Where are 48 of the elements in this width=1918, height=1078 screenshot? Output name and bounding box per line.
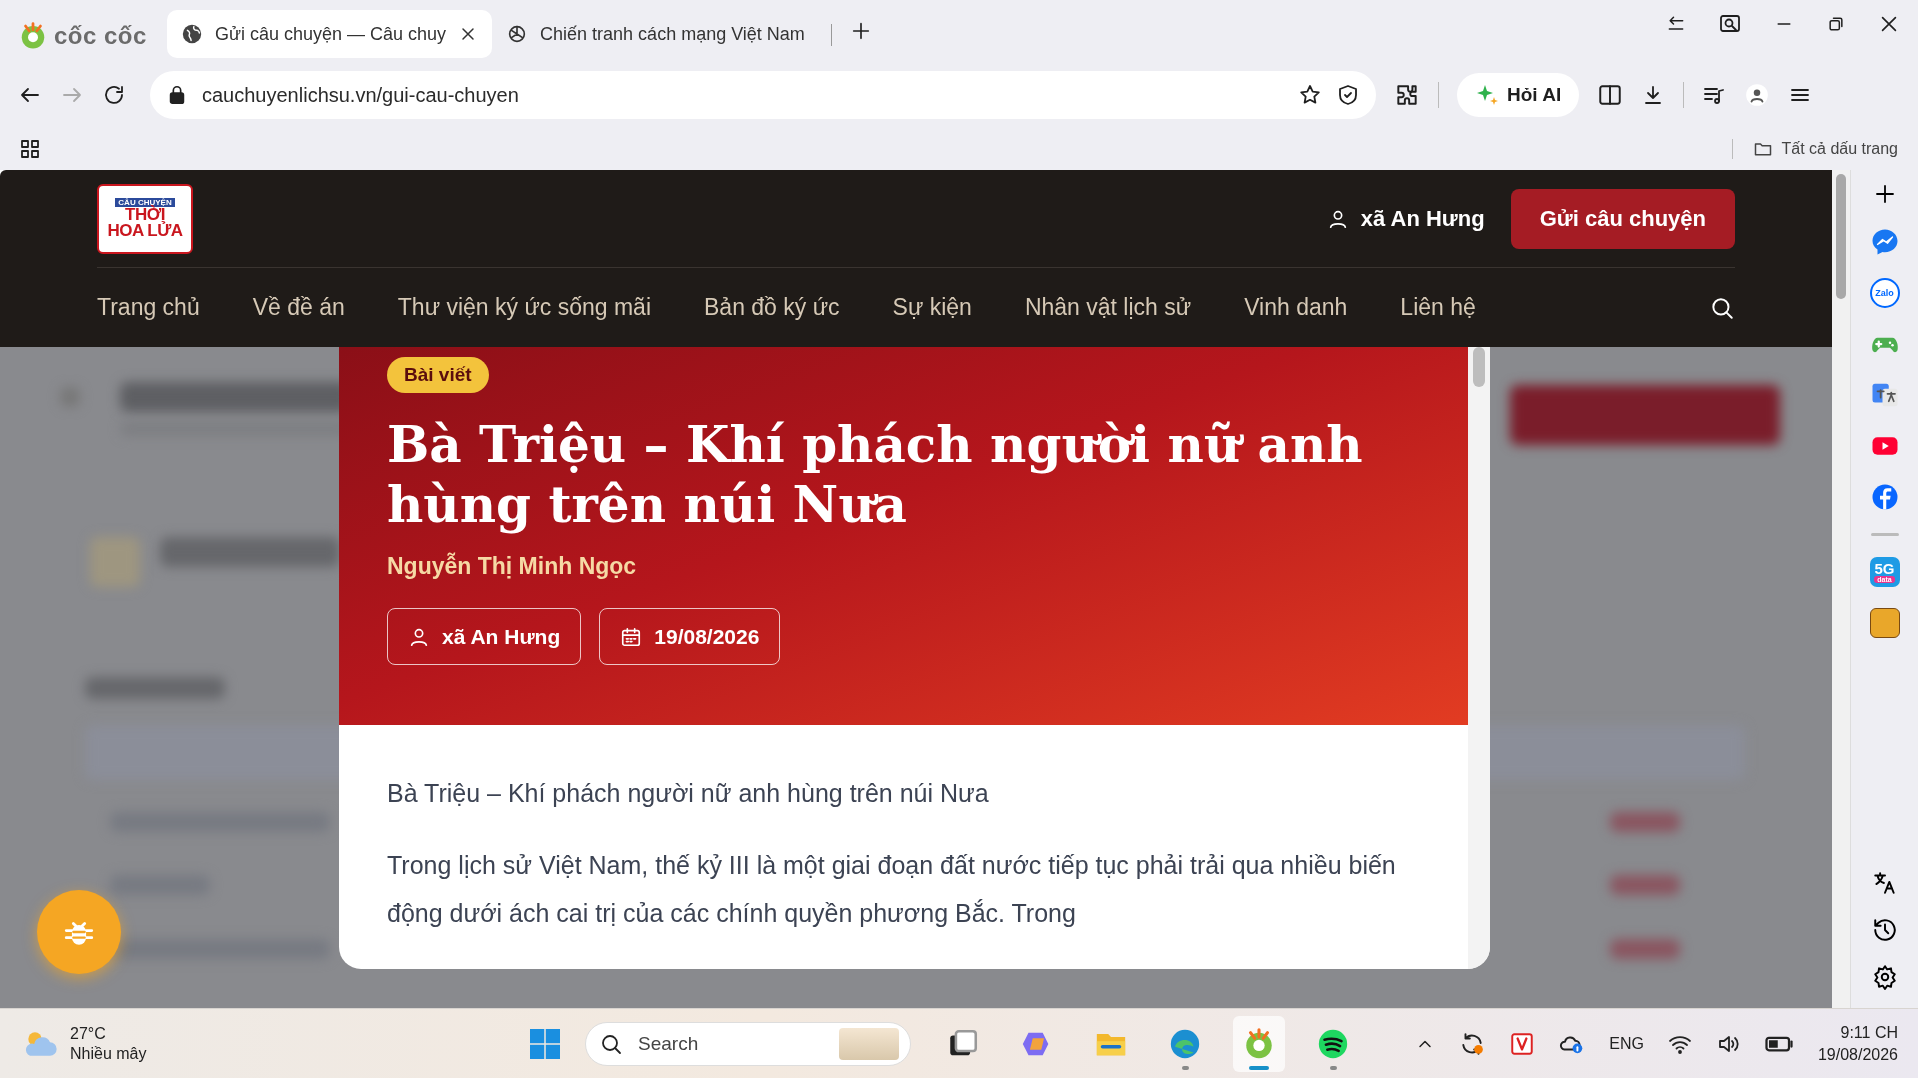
category-badge: Bài viết [387,357,489,393]
submit-story-button[interactable]: Gửi câu chuyện [1510,188,1735,249]
nav-link[interactable]: Về đề án [252,294,345,321]
zalo-app-icon[interactable]: Zalo [1869,278,1900,308]
profile-icon[interactable] [1744,82,1771,108]
translate-icon[interactable] [1871,870,1898,896]
reload-icon[interactable] [102,83,126,107]
story-title: Bà Triệu – Khí phách người nữ anh hùng trên núi Nưa [387,415,1364,535]
nav-link[interactable]: Nhân vật lịch sử [1024,294,1192,321]
user-account-link[interactable]: xã An Hưng [1326,205,1485,232]
landscape-thumbnail [839,1027,899,1060]
calendar-icon [620,625,643,648]
shield-icon[interactable] [1336,83,1360,107]
apps-grid-icon[interactable] [18,137,42,161]
nav-link[interactable]: Thư viện ký ức sống mãi [397,294,651,321]
browser-tab[interactable]: Gửi câu chuyện — Câu chuy [166,10,493,58]
split-view-icon[interactable] [1597,82,1624,108]
letter-v-app-icon[interactable] [1509,1030,1536,1057]
ai-button[interactable]: Hỏi AI [1457,73,1580,117]
address-bar[interactable]: cauchuyenlichsu.vn/gui-cau-chuyen [150,71,1376,119]
location-tag: xã An Hưng [387,608,582,665]
star-icon[interactable] [1298,83,1322,107]
history-icon[interactable] [1871,917,1898,943]
brand-name: cốc cốc [54,22,147,50]
date-tag: 19/08/2026 [599,608,781,665]
site-logo[interactable]: CÂU CHUYỆN THỜI HOA LỬA [97,183,193,254]
game-app-icon[interactable] [1869,608,1900,638]
story-paragraph: Bà Triệu – Khí phách người nữ anh hùng trên núi Nưa [387,778,990,809]
bookmarks-folder[interactable]: Tất cả dấu trang [1732,139,1898,159]
nav-link[interactable]: Vinh danh [1244,294,1348,321]
system-clock[interactable]: 9:11 CH 19/08/2026 [1817,1021,1898,1066]
story-paragraph: Trong lịch sử Việt Nam, thế kỷ III là một giai đoạn đất nước tiếp tục phải trải qua nhiều biến động dưới ách cai trị của các chính quyền phương Bắc. Trong [387,850,1397,929]
nav-link[interactable]: Sự kiện [892,294,972,321]
globe-icon [180,23,203,45]
nav-link[interactable]: Trang chủ [97,294,200,321]
input-language-indicator[interactable]: ENG [1609,1034,1644,1053]
weather-text: Nhiều mây [70,1043,147,1064]
puzzle-icon[interactable] [1394,82,1420,108]
author-name: Nguyễn Thị Minh Ngọc [387,553,638,580]
settings-icon[interactable] [1871,964,1898,990]
nav-link[interactable]: Liên hệ [1400,294,1476,321]
nav-link[interactable]: Bản đồ ký ức [704,294,840,321]
restore-icon[interactable] [1826,14,1846,34]
page-scrollbar[interactable] [1832,170,1850,1008]
sync-icon[interactable] [1459,1030,1486,1057]
dialog-scrollbar[interactable] [1468,347,1490,969]
browser-tab[interactable]: Chiến tranh cách mạng Việt Nam [492,10,819,58]
temperature-text: 27°C [70,1023,107,1044]
